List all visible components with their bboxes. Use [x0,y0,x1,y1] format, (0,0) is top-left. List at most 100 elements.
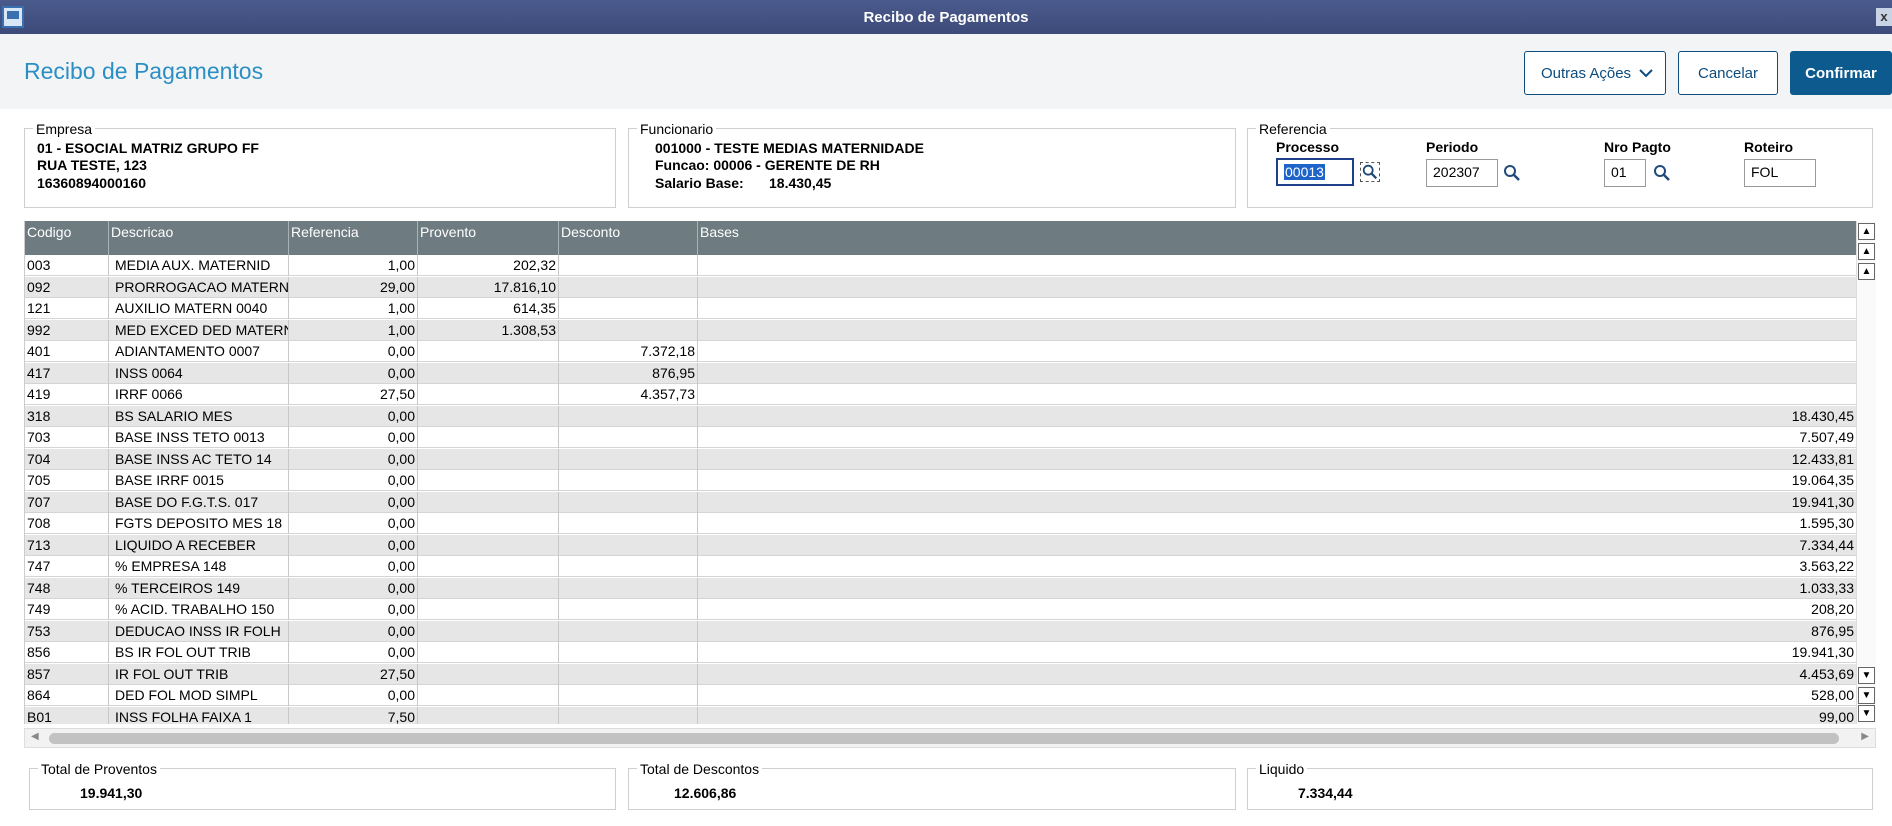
cell-desconto [559,298,698,319]
scroll-page-up-icon[interactable]: ▲ [1858,243,1875,260]
cancel-button[interactable]: Cancelar [1678,51,1778,95]
table-row[interactable]: 749% ACID. TRABALHO 150 0,00 208,20 [25,599,1856,620]
table-row[interactable]: 992 MED EXCED DED MATERN 1,00 1.308,53 [25,319,1856,341]
table-row[interactable]: 753 DEDUCAO INSS IR FOLH 0,00 876,95 [25,620,1856,642]
cell-descricao: BASE INSS TETO 0013 [109,427,289,448]
table-row[interactable]: 864 DED FOL MOD SIMPL 0,00 528,00 [25,685,1856,706]
cell-desconto [559,620,698,642]
table-row[interactable]: 857 IR FOL OUT TRIB 27,50 4.453,69 [25,663,1856,685]
table-row[interactable]: 748% TERCEIROS 149 0,00 1.033,33 [25,577,1856,599]
table-row[interactable]: 856 BS IR FOL OUT TRIB 0,00 19.941,30 [25,642,1856,663]
cell-referencia: 0,00 [289,513,418,534]
col-descricao[interactable]: Descricao [109,221,289,255]
col-codigo[interactable]: Codigo [25,221,109,255]
table-row[interactable]: 318 BS SALARIO MES 0,00 18.430,45 [25,405,1856,427]
cell-referencia: 0,00 [289,491,418,513]
table-row[interactable]: B01 INSS FOLHA FAIXA 1 7,50 99,00 [25,706,1856,724]
cell-desconto [559,470,698,491]
cell-descricao: INSS FOLHA FAIXA 1 [109,706,289,724]
cell-referencia: 0,00 [289,599,418,620]
cell-descricao: IR FOL OUT TRIB [109,663,289,685]
cell-descricao: INSS 0064 [109,362,289,384]
cell-referencia: 0,00 [289,362,418,384]
table-row[interactable]: 705 BASE IRRF 0015 0,00 19.064,35 [25,470,1856,491]
search-icon[interactable] [1360,162,1380,182]
table-row[interactable]: 703 BASE INSS TETO 0013 0,00 7.507,49 [25,427,1856,448]
total-proventos-group: Total de Proventos 19.941,30 [29,761,616,810]
cell-bases: 1.595,30 [698,513,1856,534]
scroll-page-down-icon[interactable]: ▼ [1858,687,1875,704]
outras-acoes-button[interactable]: Outras Ações [1524,51,1666,95]
processo-input[interactable]: 00013 [1276,158,1354,186]
table-row[interactable]: 704 BASE INSS AC TETO 14 0,00 12.433,81 [25,448,1856,470]
table-row[interactable]: 121 AUXILIO MATERN 0040 1,00 614,35 [25,298,1856,319]
empresa-name: 01 - ESOCIAL MATRIZ GRUPO FF [37,140,259,156]
cell-descricao: BASE DO F.G.T.S. 017 [109,491,289,513]
scroll-left-icon[interactable]: ◀ [31,731,39,742]
cell-codigo: 713 [25,534,109,556]
empresa-address: RUA TESTE, 123 [37,157,147,173]
table-row[interactable]: 003 MEDIA AUX. MATERNID 1,00 202,32 [25,255,1856,276]
close-icon[interactable]: x [1876,8,1892,26]
table-row[interactable]: 092 PRORROGACAO MATERN 29,00 17.816,10 [25,276,1856,298]
horizontal-scrollbar[interactable]: ◀ ▶ [24,728,1876,748]
empresa-cnpj: 16360894000160 [37,175,147,191]
cell-codigo: 419 [25,384,109,405]
periodo-input[interactable]: 202307 [1426,159,1498,187]
scroll-thumb[interactable] [49,733,1839,744]
scroll-down-icon[interactable]: ▼ [1858,667,1875,684]
cell-provento [418,470,559,491]
cell-desconto [559,685,698,706]
cell-codigo: 703 [25,427,109,448]
cell-bases [698,320,1856,341]
cell-bases: 19.064,35 [698,470,1856,491]
cell-codigo: B01 [25,706,109,724]
scroll-up-icon[interactable]: ▲ [1858,263,1875,280]
search-icon[interactable] [1502,163,1522,183]
table-row[interactable]: 747% EMPRESA 148 0,00 3.563,22 [25,556,1856,577]
scroll-bottom-icon[interactable]: ▼ [1858,705,1875,722]
confirm-button[interactable]: Confirmar [1790,51,1892,95]
col-referencia[interactable]: Referencia [289,221,418,255]
cell-provento [418,448,559,470]
cell-provento: 1.308,53 [418,319,559,341]
roteiro-label: Roteiro [1744,139,1793,155]
empresa-legend: Empresa [33,121,96,137]
cell-desconto [559,556,698,577]
cell-referencia: 29,00 [289,276,418,298]
page-header: Recibo de Pagamentos Outras Ações Cancel… [0,34,1892,109]
col-bases[interactable]: Bases [698,221,1856,255]
cell-bases: 12.433,81 [698,449,1856,470]
cell-codigo: 092 [25,276,109,298]
scroll-right-icon[interactable]: ▶ [1861,731,1869,742]
table-row[interactable]: 419 IRRF 0066 27,50 4.357,73 [25,384,1856,405]
cell-provento: 17.816,10 [418,276,559,298]
roteiro-input[interactable]: FOL [1744,159,1816,187]
table-row[interactable]: 417 INSS 0064 0,00 876,95 [25,362,1856,384]
grid-header: Codigo Descricao Referencia Provento Des… [25,221,1856,255]
cell-provento [418,341,559,362]
cell-provento [418,513,559,534]
cell-descricao: ADIANTAMENTO 0007 [109,341,289,362]
nro-pagto-input[interactable]: 01 [1604,159,1646,187]
table-row[interactable]: 401 ADIANTAMENTO 0007 0,00 7.372,18 [25,341,1856,362]
col-provento[interactable]: Provento [418,221,559,255]
col-desconto[interactable]: Desconto [559,221,698,255]
cell-desconto [559,276,698,298]
cell-referencia: 0,00 [289,405,418,427]
empresa-group: Empresa 01 - ESOCIAL MATRIZ GRUPO FF RUA… [24,121,616,208]
cell-referencia: 27,50 [289,384,418,405]
table-row[interactable]: 713 LIQUIDO A RECEBER 0,00 7.334,44 [25,534,1856,556]
table-row[interactable]: 708 FGTS DEPOSITO MES 18 0,00 1.595,30 [25,513,1856,534]
vertical-scrollbar[interactable]: ▲ ▲ ▲ ▼ ▼ ▼ [1856,221,1876,724]
table-row[interactable]: 707 BASE DO F.G.T.S. 017 0,00 19.941,30 [25,491,1856,513]
cell-bases: 7.507,49 [698,427,1856,448]
scroll-top-icon[interactable]: ▲ [1858,223,1875,240]
cell-bases [698,341,1856,362]
cell-bases: 18.430,45 [698,406,1856,427]
search-icon[interactable] [1652,163,1672,183]
cell-bases: 208,20 [698,599,1856,620]
cell-descricao: MEDIA AUX. MATERNID [109,255,289,276]
cell-codigo: 705 [25,470,109,491]
cell-bases [698,255,1856,276]
